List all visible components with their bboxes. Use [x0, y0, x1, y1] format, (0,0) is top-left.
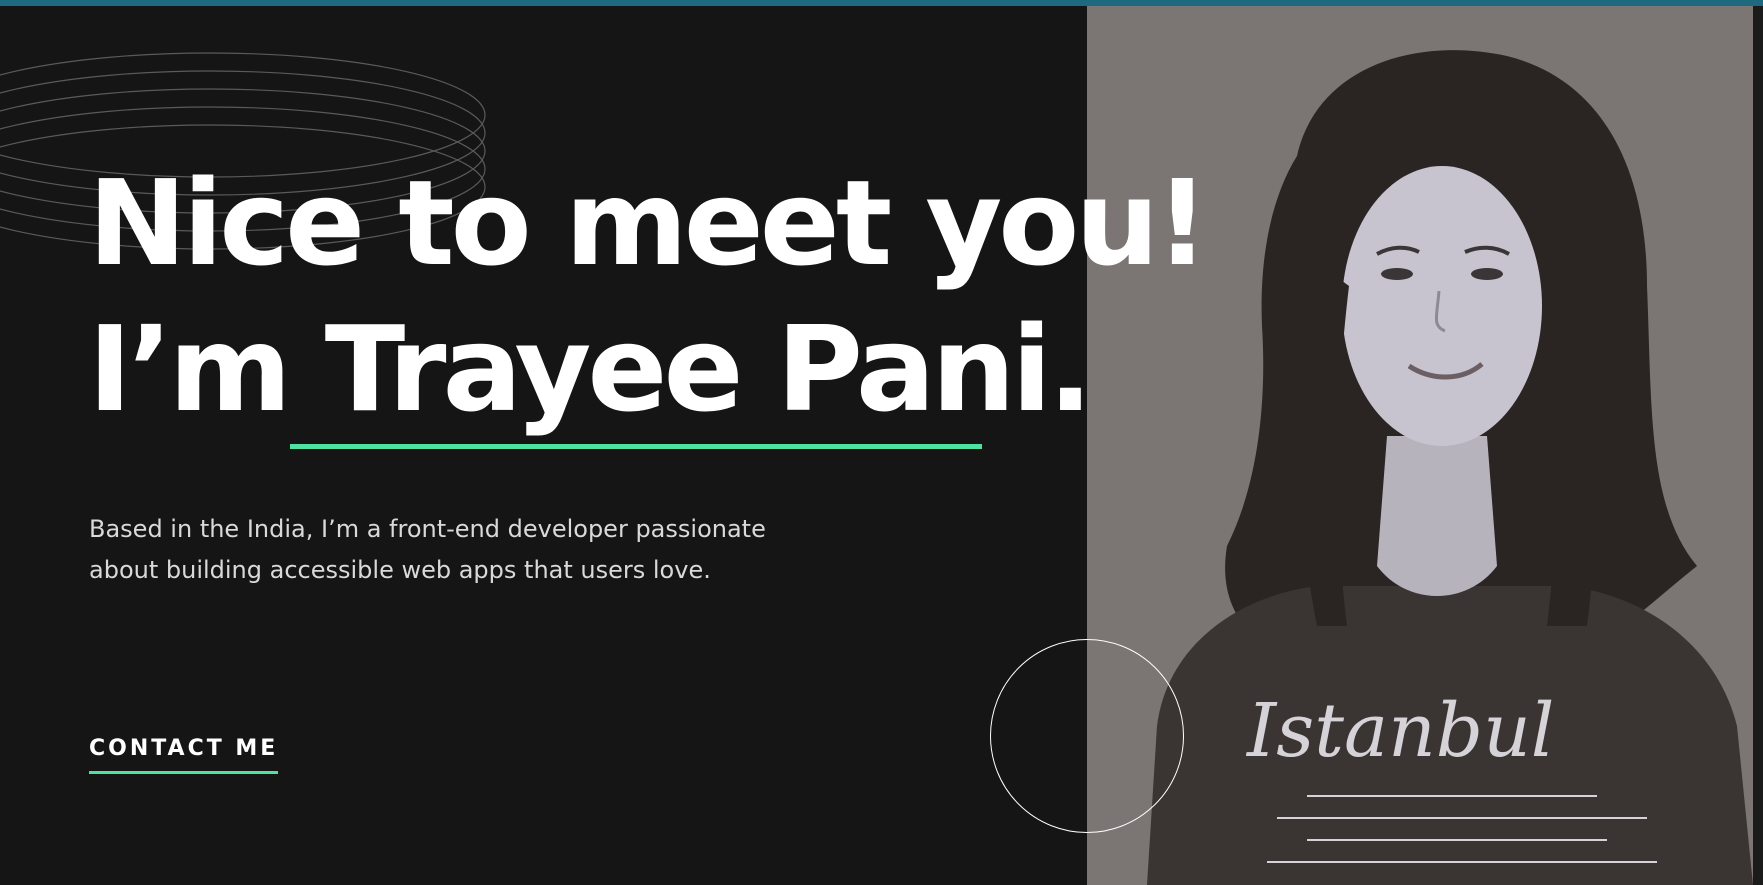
profile-photo: Istanbul: [1087, 6, 1753, 885]
headline-greeting: Nice to meet you!: [88, 154, 1209, 292]
contact-me-link[interactable]: CONTACT ME: [89, 736, 279, 774]
circle-outline-decoration: [990, 639, 1184, 833]
shirt-text: Istanbul: [1245, 688, 1554, 774]
page-edge: [1753, 6, 1763, 885]
top-accent-bar: [0, 0, 1763, 6]
hero-headline: Nice to meet you! I’m Trayee Pani.: [88, 150, 1209, 442]
headline-prefix: I’m: [88, 300, 325, 438]
name-underline-accent: [290, 444, 982, 449]
hero-intro-text: Based in the India, I’m a front-end deve…: [89, 515, 766, 584]
headline-intro-line: I’m Trayee Pani.: [88, 296, 1205, 442]
headline-name: Trayee Pani.: [324, 300, 1093, 438]
